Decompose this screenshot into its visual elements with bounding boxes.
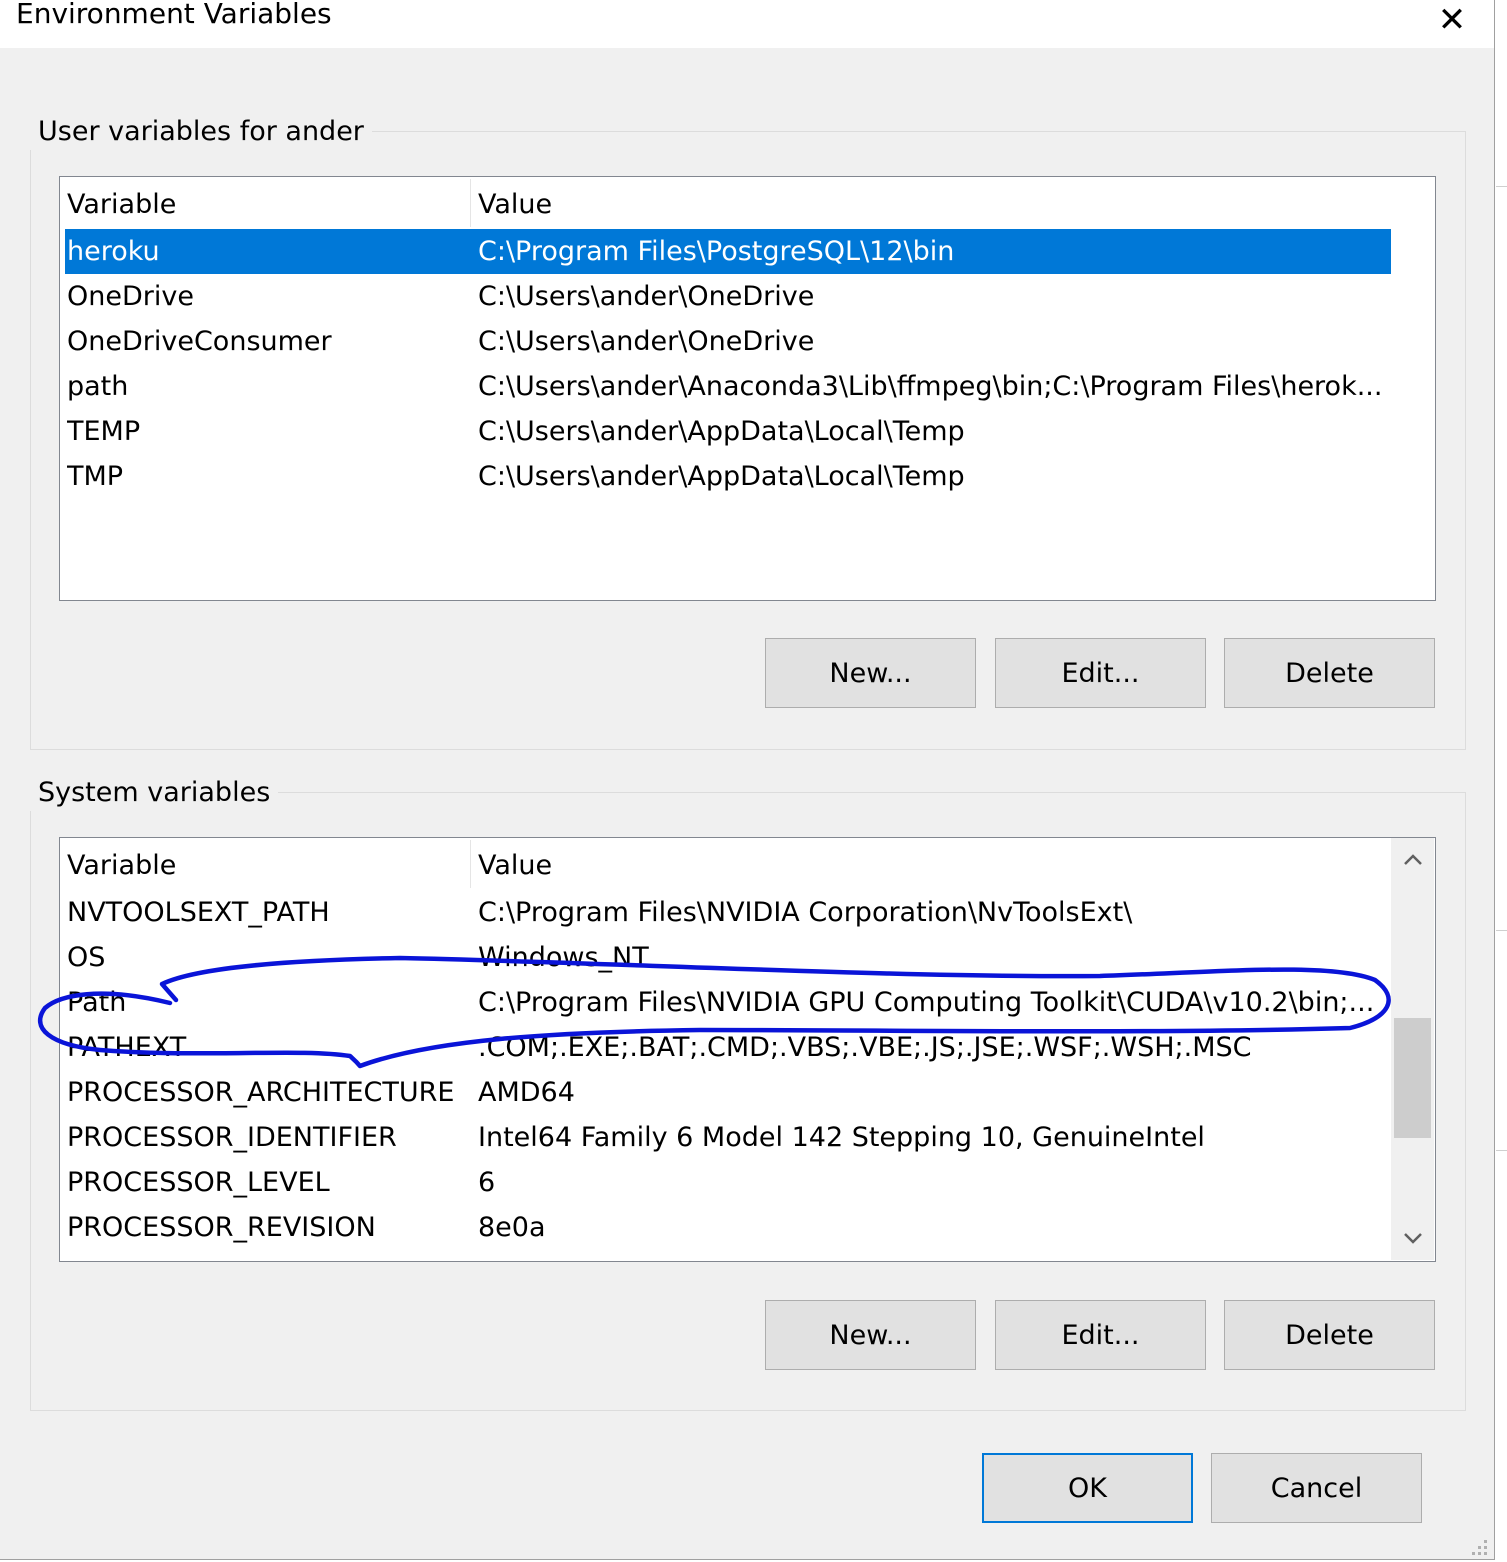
value-cell: 6: [478, 1167, 496, 1198]
value-cell: Intel64 Family 6 Model 142 Stepping 10, …: [478, 1122, 1205, 1153]
table-row[interactable]: OS Windows_NT: [65, 935, 1391, 980]
value-cell: C:\Program Files\NVIDIA GPU Computing To…: [478, 987, 1375, 1018]
table-row[interactable]: path C:\Users\ander\Anaconda3\Lib\ffmpeg\…: [65, 364, 1391, 409]
background-window-line: [1496, 186, 1507, 187]
variable-cell: PROCESSOR_REVISION: [67, 1212, 376, 1243]
variable-cell: TEMP: [67, 416, 141, 447]
background-window-line: [1496, 1150, 1507, 1151]
variable-cell: PROCESSOR_IDENTIFIER: [67, 1122, 397, 1153]
close-button[interactable]: ✕: [1410, 0, 1494, 46]
system-delete-button[interactable]: Delete: [1224, 1300, 1435, 1370]
title-bar: Environment Variables ✕: [0, 0, 1494, 48]
column-header-variable[interactable]: Variable: [60, 838, 470, 890]
column-header-variable[interactable]: Variable: [60, 177, 470, 229]
environment-variables-dialog: Environment Variables ✕ User variables f…: [0, 0, 1495, 1560]
value-cell: AMD64: [478, 1077, 575, 1108]
value-cell: C:\Users\ander\OneDrive: [478, 281, 815, 312]
system-variables-label: System variables: [30, 775, 279, 811]
value-cell: C:\Users\ander\OneDrive: [478, 326, 815, 357]
user-variables-list[interactable]: Variable Value heroku C:\Program Files\Po…: [59, 176, 1436, 601]
table-row[interactable]: TMP C:\Users\ander\AppData\Local\Temp: [65, 454, 1391, 499]
variable-cell: path: [67, 371, 129, 402]
cancel-button[interactable]: Cancel: [1211, 1453, 1422, 1523]
system-variables-list[interactable]: Variable Value NVTOOLSEXT_PATH C:\Program…: [59, 837, 1436, 1262]
value-cell: C:\Users\ander\Anaconda3\Lib\ffmpeg\bin;…: [478, 371, 1383, 402]
ok-button[interactable]: OK: [982, 1453, 1193, 1523]
window-title: Environment Variables: [16, 0, 332, 30]
user-variables-label: User variables for ander: [30, 114, 372, 150]
chevron-up-icon: [1403, 854, 1422, 865]
value-cell: C:\Program Files\PostgreSQL\12\bin: [478, 236, 955, 267]
user-new-button[interactable]: New...: [765, 638, 976, 708]
scroll-down-button[interactable]: [1391, 1216, 1434, 1260]
background-window-line: [1496, 930, 1507, 931]
system-edit-button[interactable]: Edit...: [995, 1300, 1206, 1370]
system-new-button[interactable]: New...: [765, 1300, 976, 1370]
table-row[interactable]: PROCESSOR_ARCHITECTURE AMD64: [65, 1070, 1391, 1115]
user-edit-button[interactable]: Edit...: [995, 638, 1206, 708]
variable-cell: Path: [67, 987, 127, 1018]
table-row[interactable]: OneDrive C:\Users\ander\OneDrive: [65, 274, 1391, 319]
table-row[interactable]: PROCESSOR_LEVEL 6: [65, 1160, 1391, 1205]
list-header: Variable Value: [60, 177, 1435, 229]
table-row[interactable]: PATHEXT .COM;.EXE;.BAT;.CMD;.VBS;.VBE;.JS…: [65, 1025, 1391, 1070]
resize-grip-icon[interactable]: [1466, 1534, 1490, 1558]
table-row[interactable]: NVTOOLSEXT_PATH C:\Program Files\NVIDIA C…: [65, 890, 1391, 935]
chevron-down-icon: [1403, 1233, 1422, 1244]
variable-cell: PROCESSOR_ARCHITECTURE: [67, 1077, 455, 1108]
value-cell: Windows_NT: [478, 942, 649, 973]
variable-cell: NVTOOLSEXT_PATH: [67, 897, 330, 928]
table-row[interactable]: PROCESSOR_REVISION 8e0a: [65, 1205, 1391, 1250]
table-row[interactable]: PROCESSOR_IDENTIFIER Intel64 Family 6 Mod…: [65, 1115, 1391, 1160]
table-row[interactable]: Path C:\Program Files\NVIDIA GPU Computin…: [65, 980, 1391, 1025]
scroll-up-button[interactable]: [1391, 838, 1434, 882]
value-cell: C:\Users\ander\AppData\Local\Temp: [478, 416, 965, 447]
variable-cell: PROCESSOR_LEVEL: [67, 1167, 330, 1198]
variable-cell: PATHEXT: [67, 1032, 187, 1063]
user-delete-button[interactable]: Delete: [1224, 638, 1435, 708]
variable-cell: OS: [67, 942, 106, 973]
variable-cell: OneDrive: [67, 281, 194, 312]
column-header-value[interactable]: Value: [471, 177, 1391, 229]
variable-cell: heroku: [67, 236, 160, 267]
value-cell: C:\Users\ander\AppData\Local\Temp: [478, 461, 965, 492]
variable-cell: TMP: [67, 461, 124, 492]
scroll-thumb[interactable]: [1394, 1018, 1431, 1138]
background-window-edge: [1496, 0, 1507, 1562]
column-header-value[interactable]: Value: [471, 838, 1391, 890]
table-row[interactable]: OneDriveConsumer C:\Users\ander\OneDrive: [65, 319, 1391, 364]
table-row[interactable]: TEMP C:\Users\ander\AppData\Local\Temp: [65, 409, 1391, 454]
value-cell: 8e0a: [478, 1212, 546, 1243]
table-row[interactable]: heroku C:\Program Files\PostgreSQL\12\bin: [65, 229, 1391, 274]
close-icon: ✕: [1437, 0, 1467, 40]
value-cell: C:\Program Files\NVIDIA Corporation\NvTo…: [478, 897, 1133, 928]
vertical-scrollbar[interactable]: [1391, 838, 1434, 1260]
variable-cell: OneDriveConsumer: [67, 326, 332, 357]
value-cell: .COM;.EXE;.BAT;.CMD;.VBS;.VBE;.JS;.JSE;.…: [478, 1032, 1252, 1063]
list-header: Variable Value: [60, 838, 1391, 890]
